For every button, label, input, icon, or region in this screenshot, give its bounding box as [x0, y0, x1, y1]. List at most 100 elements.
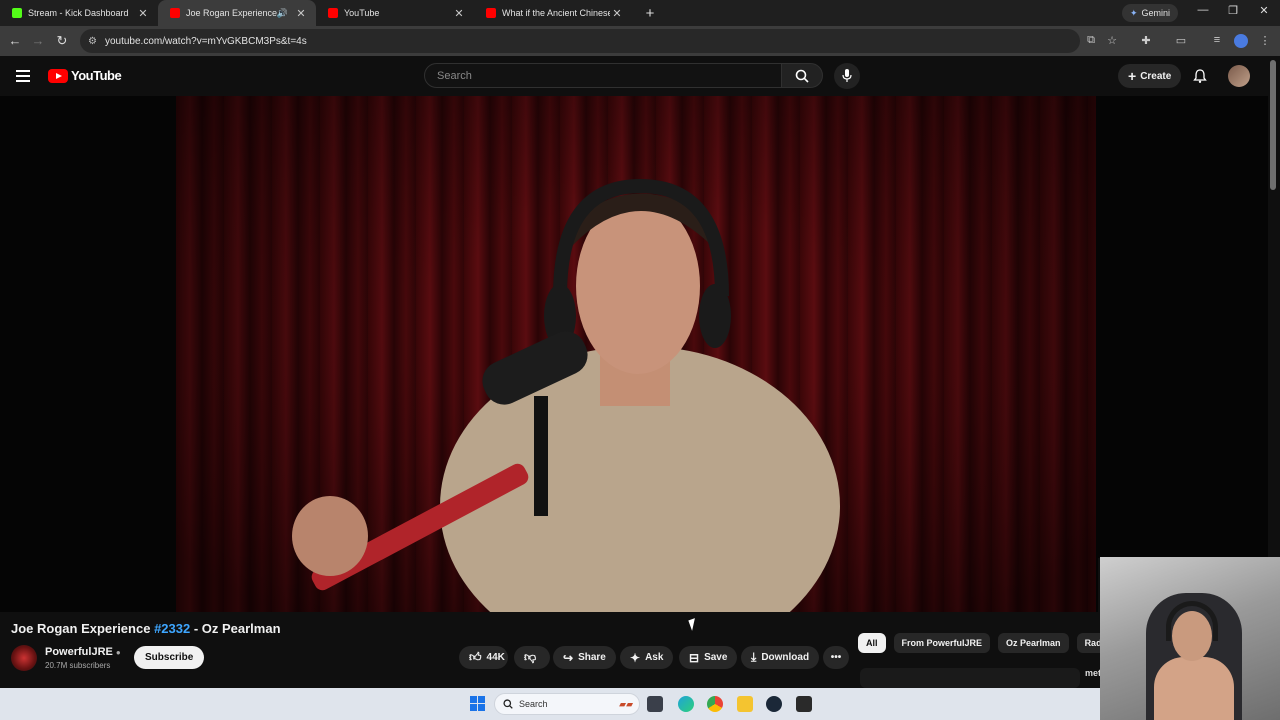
extensions-icon[interactable]: ✚: [1139, 34, 1153, 47]
close-tab-icon[interactable]: ✕: [610, 7, 624, 20]
voice-search-button[interactable]: [834, 63, 860, 89]
tab-title: YouTube: [344, 8, 380, 18]
app-icon[interactable]: [796, 696, 812, 712]
video-title-suffix: - Oz Pearlman: [190, 621, 281, 636]
plus-icon: +: [1128, 68, 1137, 84]
search-icon: [503, 699, 513, 709]
secondary-column: [1098, 96, 1268, 558]
cast-icon[interactable]: ▭: [1174, 34, 1188, 47]
back-icon[interactable]: ←: [7, 33, 23, 48]
subscriber-count: 20.7M subscribers: [45, 661, 111, 670]
forward-icon[interactable]: →: [30, 33, 46, 48]
search-highlight-icon: ▰▰: [619, 698, 633, 709]
close-tab-icon[interactable]: ✕: [136, 7, 150, 20]
channel-name: PowerfulJRE: [45, 646, 113, 658]
windows-start-icon[interactable]: [470, 696, 485, 711]
sparkle-icon: ✦: [1130, 7, 1138, 18]
download-label: Download: [761, 652, 810, 663]
gemini-button[interactable]: ✦ Gemini: [1122, 4, 1179, 22]
browser-toolbar: ← → ↻ ⚙ youtube.com/watch?v=mYvGKBCM3Ps&…: [0, 26, 1280, 56]
webcam-person-body: [1154, 657, 1234, 720]
restore-icon[interactable]: ❐: [1224, 4, 1242, 17]
recommendation-title[interactable]: met: [1085, 668, 1101, 678]
close-tab-icon[interactable]: ✕: [452, 7, 466, 20]
thumbs-down-icon: 👎︎: [524, 650, 537, 664]
gemini-label: Gemini: [1141, 8, 1171, 18]
youtube-wordmark: YouTube: [71, 68, 122, 83]
channel-name-link[interactable]: PowerfulJRE ●: [45, 646, 121, 658]
speaker-icon[interactable]: 🔊: [277, 8, 288, 19]
task-view-icon[interactable]: [647, 696, 663, 712]
tab-ancient-chinese[interactable]: What if the Ancient Chinese Kn ✕: [474, 0, 632, 26]
download-icon: ⤓: [751, 650, 757, 664]
search-icon: [795, 69, 809, 83]
tab-kick-dashboard[interactable]: Stream - Kick Dashboard ✕: [0, 0, 158, 26]
more-horizontal-icon: •••: [830, 652, 842, 663]
notifications-bell-icon[interactable]: [1192, 68, 1208, 84]
hamburger-menu-icon[interactable]: [16, 70, 30, 85]
youtube-play-icon: [48, 68, 68, 83]
tab-youtube[interactable]: YouTube ✕: [316, 0, 474, 26]
subscribe-button[interactable]: Subscribe: [134, 646, 205, 669]
edge-browser-icon[interactable]: [678, 696, 694, 712]
recommendation-thumbnail[interactable]: [860, 668, 1080, 688]
taskbar-search-box[interactable]: Search ▰▰: [494, 693, 640, 715]
account-avatar[interactable]: [1228, 65, 1250, 87]
share-arrow-icon: ↪: [563, 650, 574, 665]
kebab-menu-icon[interactable]: ⋮: [1258, 34, 1272, 47]
save-button[interactable]: ⊟ Save: [679, 646, 738, 669]
tab-title: What if the Ancient Chinese Kn: [502, 8, 610, 18]
chrome-browser-icon[interactable]: [707, 696, 723, 712]
mouse-pointer-icon: [688, 618, 699, 631]
browser-profile-avatar[interactable]: [1234, 34, 1248, 48]
minimize-icon[interactable]: —: [1194, 4, 1212, 16]
create-label: Create: [1140, 70, 1172, 82]
video-title: Joe Rogan Experience #2332 - Oz Pearlman: [11, 621, 281, 636]
share-label: Share: [578, 652, 606, 663]
chip-from-powerfuljre[interactable]: From PowerfulJRE: [893, 633, 991, 653]
share-button[interactable]: ↪ Share: [553, 646, 616, 669]
search-input[interactable]: Search: [424, 63, 782, 88]
ask-button[interactable]: ✦ Ask: [620, 646, 674, 669]
chip-all[interactable]: All: [858, 633, 886, 653]
page-scrollbar[interactable]: [1270, 60, 1276, 190]
chip-oz-pearlman[interactable]: Oz Pearlman: [998, 633, 1069, 653]
address-bar[interactable]: ⚙ youtube.com/watch?v=mYvGKBCM3Ps&t=4s: [80, 29, 1080, 53]
bookmark-star-icon[interactable]: ☆: [1105, 34, 1119, 47]
more-actions-button[interactable]: •••: [823, 646, 849, 669]
youtube-favicon-icon: [170, 8, 180, 18]
video-title-prefix: Joe Rogan Experience: [11, 621, 155, 636]
close-window-icon[interactable]: ✕: [1255, 4, 1273, 17]
tab-joe-rogan[interactable]: Joe Rogan Experience #233 🔊 ✕: [158, 0, 316, 26]
create-button[interactable]: + Create: [1118, 64, 1182, 88]
recommendation-chips: All From PowerfulJRE Oz Pearlman Radios: [858, 633, 1123, 653]
video-frame-guest: [292, 178, 840, 612]
thumbs-up-icon: 👍︎: [469, 650, 482, 664]
video-player[interactable]: [0, 96, 1098, 612]
episode-hashtag-link[interactable]: #2332: [154, 621, 190, 636]
webcam-overlay: [1100, 557, 1280, 720]
file-explorer-icon[interactable]: [737, 696, 753, 712]
tab-title: Joe Rogan Experience #233: [186, 8, 277, 18]
close-tab-icon[interactable]: ✕: [294, 7, 308, 20]
channel-avatar[interactable]: [11, 645, 37, 671]
search-button[interactable]: [781, 63, 823, 88]
browser-tab-strip: Stream - Kick Dashboard ✕ Joe Rogan Expe…: [0, 0, 1280, 26]
youtube-logo[interactable]: YouTube: [48, 68, 122, 83]
bookmark-icon: ⊟: [689, 650, 700, 665]
like-count: 44K: [486, 652, 505, 663]
url-text: youtube.com/watch?v=mYvGKBCM3Ps&t=4s: [104, 35, 307, 47]
media-controls-icon[interactable]: ≡: [1210, 34, 1224, 46]
reload-icon[interactable]: ↻: [54, 33, 70, 49]
install-app-icon[interactable]: ⧉: [1084, 34, 1098, 47]
steam-icon[interactable]: [766, 696, 782, 712]
save-label: Save: [704, 652, 728, 663]
dislike-button[interactable]: 👎︎: [514, 646, 550, 669]
download-button[interactable]: ⤓ Download: [741, 646, 820, 669]
kick-favicon-icon: [12, 8, 22, 18]
like-button[interactable]: 👍︎ 44K: [459, 646, 508, 669]
new-tab-icon[interactable]: +: [642, 5, 658, 22]
taskbar-search-label: Search: [519, 699, 548, 709]
site-info-icon[interactable]: ⚙: [88, 36, 97, 47]
youtube-favicon-icon: [328, 8, 338, 18]
